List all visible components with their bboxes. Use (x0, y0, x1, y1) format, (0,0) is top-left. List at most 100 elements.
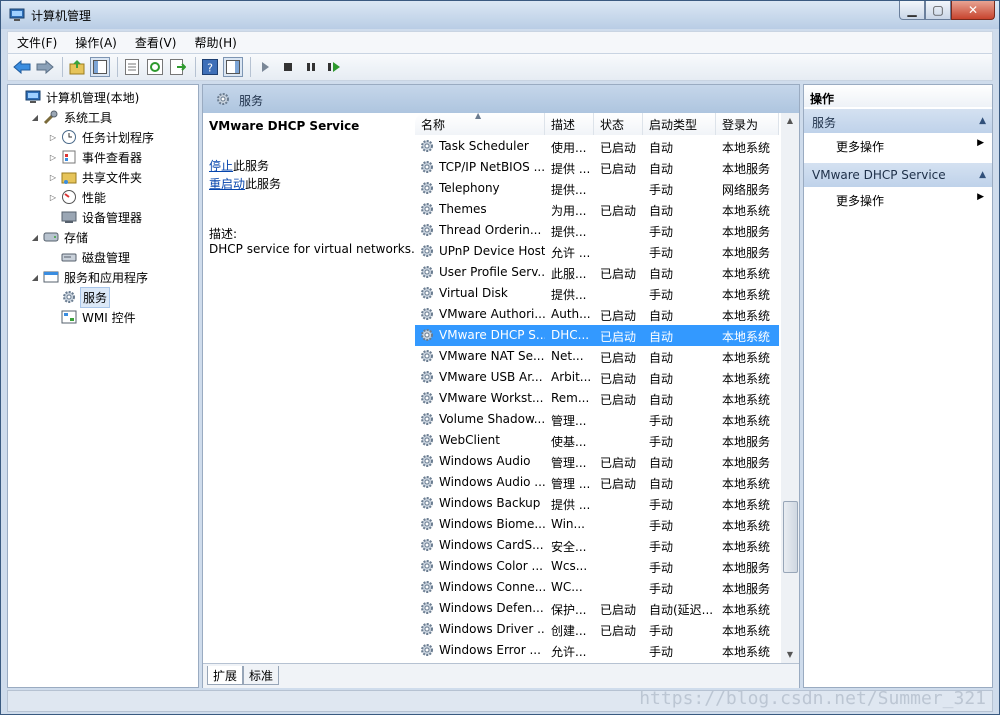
close-button[interactable]: ✕ (951, 1, 995, 20)
service-log-on-as: 网络服务 (722, 183, 771, 197)
service-row[interactable]: VMware Workst... Rem... 已启动 自动 本地系统 (415, 388, 779, 409)
tree-item[interactable]: ▷ 共享文件夹 (8, 167, 144, 187)
actions-section-selected-service[interactable]: VMware DHCP Service ▲ (804, 163, 992, 187)
services-scrollbar[interactable]: ▲ ▼ (781, 113, 799, 663)
tree-item[interactable]: ▷ 任务计划程序 (8, 127, 156, 147)
service-row[interactable]: VMware NAT Se... Net... 已启动 自动 本地系统 (415, 346, 779, 367)
service-row[interactable]: Volume Shadow... 管理... 手动 本地系统 (415, 409, 779, 430)
pause-service-button[interactable] (301, 57, 321, 77)
title-bar[interactable]: 计算机管理 ▁ ▢ ✕ (1, 1, 999, 29)
service-row[interactable]: Windows Color ... Wcs... 手动 本地服务 (415, 556, 779, 577)
service-row[interactable]: Windows Driver ... 创建... 已启动 手动 本地系统 (415, 619, 779, 640)
tree-item[interactable]: ◢ 服务和应用程序 (8, 267, 150, 287)
export-list-button[interactable] (168, 57, 188, 77)
service-description: 为用... (551, 204, 587, 218)
column-header-startup-type[interactable]: 启动类型 (643, 113, 716, 135)
restart-service-button[interactable] (324, 57, 344, 77)
more-actions-services[interactable]: 更多操作 ▶ (804, 134, 992, 154)
service-row[interactable]: VMware USB Ar... Arbit... 已启动 自动 本地系统 (415, 367, 779, 388)
tree-expander-icon[interactable]: ◢ (30, 113, 40, 122)
start-service-button[interactable] (255, 57, 275, 77)
service-name: TCP/IP NetBIOS ... (439, 160, 545, 174)
restart-service-link[interactable]: 重启动 (209, 177, 245, 191)
refresh-button[interactable] (145, 57, 165, 77)
service-row[interactable]: Windows Backup 提供 ... 手动 本地系统 (415, 493, 779, 514)
service-row[interactable]: Task Scheduler 使用... 已启动 自动 本地系统 (415, 136, 779, 157)
tree-item-label: 共享文件夹 (82, 170, 143, 185)
tree-item[interactable]: 服务 (8, 286, 111, 308)
service-startup-type: 自动 (649, 162, 674, 176)
column-header-description[interactable]: 描述 (545, 113, 594, 135)
tree-item[interactable]: ◢ 存储 (8, 227, 90, 247)
column-header-status[interactable]: 状态 (594, 113, 643, 135)
service-row[interactable]: Windows Defen... 保护... 已启动 自动(延迟... 本地系统 (415, 598, 779, 619)
tree-expander-icon[interactable]: ▷ (48, 193, 58, 202)
actions-section-services[interactable]: 服务 ▲ (804, 109, 992, 133)
maximize-button[interactable]: ▢ (925, 1, 951, 20)
service-row[interactable]: Windows Biome... Win... 手动 本地系统 (415, 514, 779, 535)
back-button[interactable] (12, 57, 32, 77)
stop-service-link[interactable]: 停止 (209, 159, 233, 173)
tree-expander-icon[interactable]: ◢ (30, 273, 40, 282)
tree-expander-icon[interactable]: ▷ (48, 133, 58, 142)
service-row[interactable]: VMware Authori... Auth... 已启动 自动 本地系统 (415, 304, 779, 325)
service-row[interactable]: Virtual Disk 提供... 手动 本地系统 (415, 283, 779, 304)
event-viewer-icon (61, 149, 77, 165)
service-row[interactable]: UPnP Device Host 允许 ... 手动 本地服务 (415, 241, 779, 262)
service-row[interactable]: VMware DHCP S... DHC... 已启动 自动 本地系统 (415, 325, 779, 346)
tree-item[interactable]: ▷ 事件查看器 (8, 147, 144, 167)
menu-view[interactable]: 查看(V) (126, 34, 186, 51)
service-description: 管理 ... (551, 477, 591, 491)
help-button[interactable]: ? (200, 57, 220, 77)
tree-item[interactable]: 设备管理器 (8, 207, 144, 227)
toolbar-separator (250, 57, 251, 77)
gear-icon (419, 474, 435, 490)
tree-expander-icon[interactable]: ▷ (48, 153, 58, 162)
service-row[interactable]: Windows CardS... 安全... 手动 本地系统 (415, 535, 779, 556)
view-tabs: 扩展 标准 (203, 663, 799, 688)
tree-item-label: 设备管理器 (82, 210, 143, 225)
tab-standard[interactable]: 标准 (243, 666, 280, 685)
show-action-pane-button[interactable] (223, 57, 243, 77)
tab-extended[interactable]: 扩展 (207, 666, 244, 685)
service-description: 使用... (551, 141, 587, 155)
tree-item[interactable]: 磁盘管理 (8, 247, 132, 267)
service-row[interactable]: Windows Audio 管理... 已启动 自动 本地服务 (415, 451, 779, 472)
up-level-button[interactable] (67, 57, 87, 77)
service-row[interactable]: Themes 为用... 已启动 自动 本地系统 (415, 199, 779, 220)
collapse-icon[interactable]: ▲ (979, 170, 986, 180)
show-hide-tree-button[interactable] (90, 57, 110, 77)
tree-expander-icon[interactable]: ◢ (30, 233, 40, 242)
tree-item[interactable]: ▷ 性能 (8, 187, 108, 207)
gear-icon (419, 138, 435, 154)
service-row[interactable]: Windows Audio ... 管理 ... 已启动 自动 本地系统 (415, 472, 779, 493)
column-header-log-on-as[interactable]: 登录为 (716, 113, 779, 135)
properties-button[interactable] (122, 57, 142, 77)
service-row[interactable]: WebClient 使基... 手动 本地服务 (415, 430, 779, 451)
service-row[interactable]: Thread Orderin... 提供... 手动 本地服务 (415, 220, 779, 241)
service-row[interactable]: Telephony 提供... 手动 网络服务 (415, 178, 779, 199)
tree-item-label: 系统工具 (64, 110, 113, 125)
menu-help[interactable]: 帮助(H) (185, 34, 245, 51)
menu-action[interactable]: 操作(A) (66, 34, 126, 51)
tree-item[interactable]: ◢ 系统工具 (8, 107, 114, 127)
more-actions-selected-service[interactable]: 更多操作 ▶ (804, 188, 992, 208)
stop-service-button[interactable] (278, 57, 298, 77)
tree-item-label: 计算机管理(本地) (46, 90, 140, 105)
service-row[interactable]: User Profile Serv... 此服... 已启动 自动 本地系统 (415, 262, 779, 283)
tree-expander-icon[interactable]: ▷ (48, 173, 58, 182)
minimize-button[interactable]: ▁ (899, 1, 925, 20)
service-row[interactable]: Windows Conne... WC... 手动 本地服务 (415, 577, 779, 598)
tree-item[interactable]: WMI 控件 (8, 307, 138, 327)
scroll-up-icon[interactable]: ▲ (781, 113, 799, 129)
service-row[interactable]: TCP/IP NetBIOS ... 提供 ... 已启动 自动 本地服务 (415, 157, 779, 178)
collapse-icon[interactable]: ▲ (979, 116, 986, 126)
scroll-thumb[interactable] (783, 501, 798, 573)
gear-icon (419, 369, 435, 385)
tree-item[interactable]: 计算机管理(本地) (8, 87, 141, 107)
service-row[interactable]: Windows Error ... 允许... 手动 本地系统 (415, 640, 779, 661)
column-header-name[interactable]: 名称 ▲ (415, 113, 545, 135)
scroll-down-icon[interactable]: ▼ (781, 647, 799, 663)
forward-button[interactable] (35, 57, 55, 77)
menu-file[interactable]: 文件(F) (8, 34, 66, 51)
